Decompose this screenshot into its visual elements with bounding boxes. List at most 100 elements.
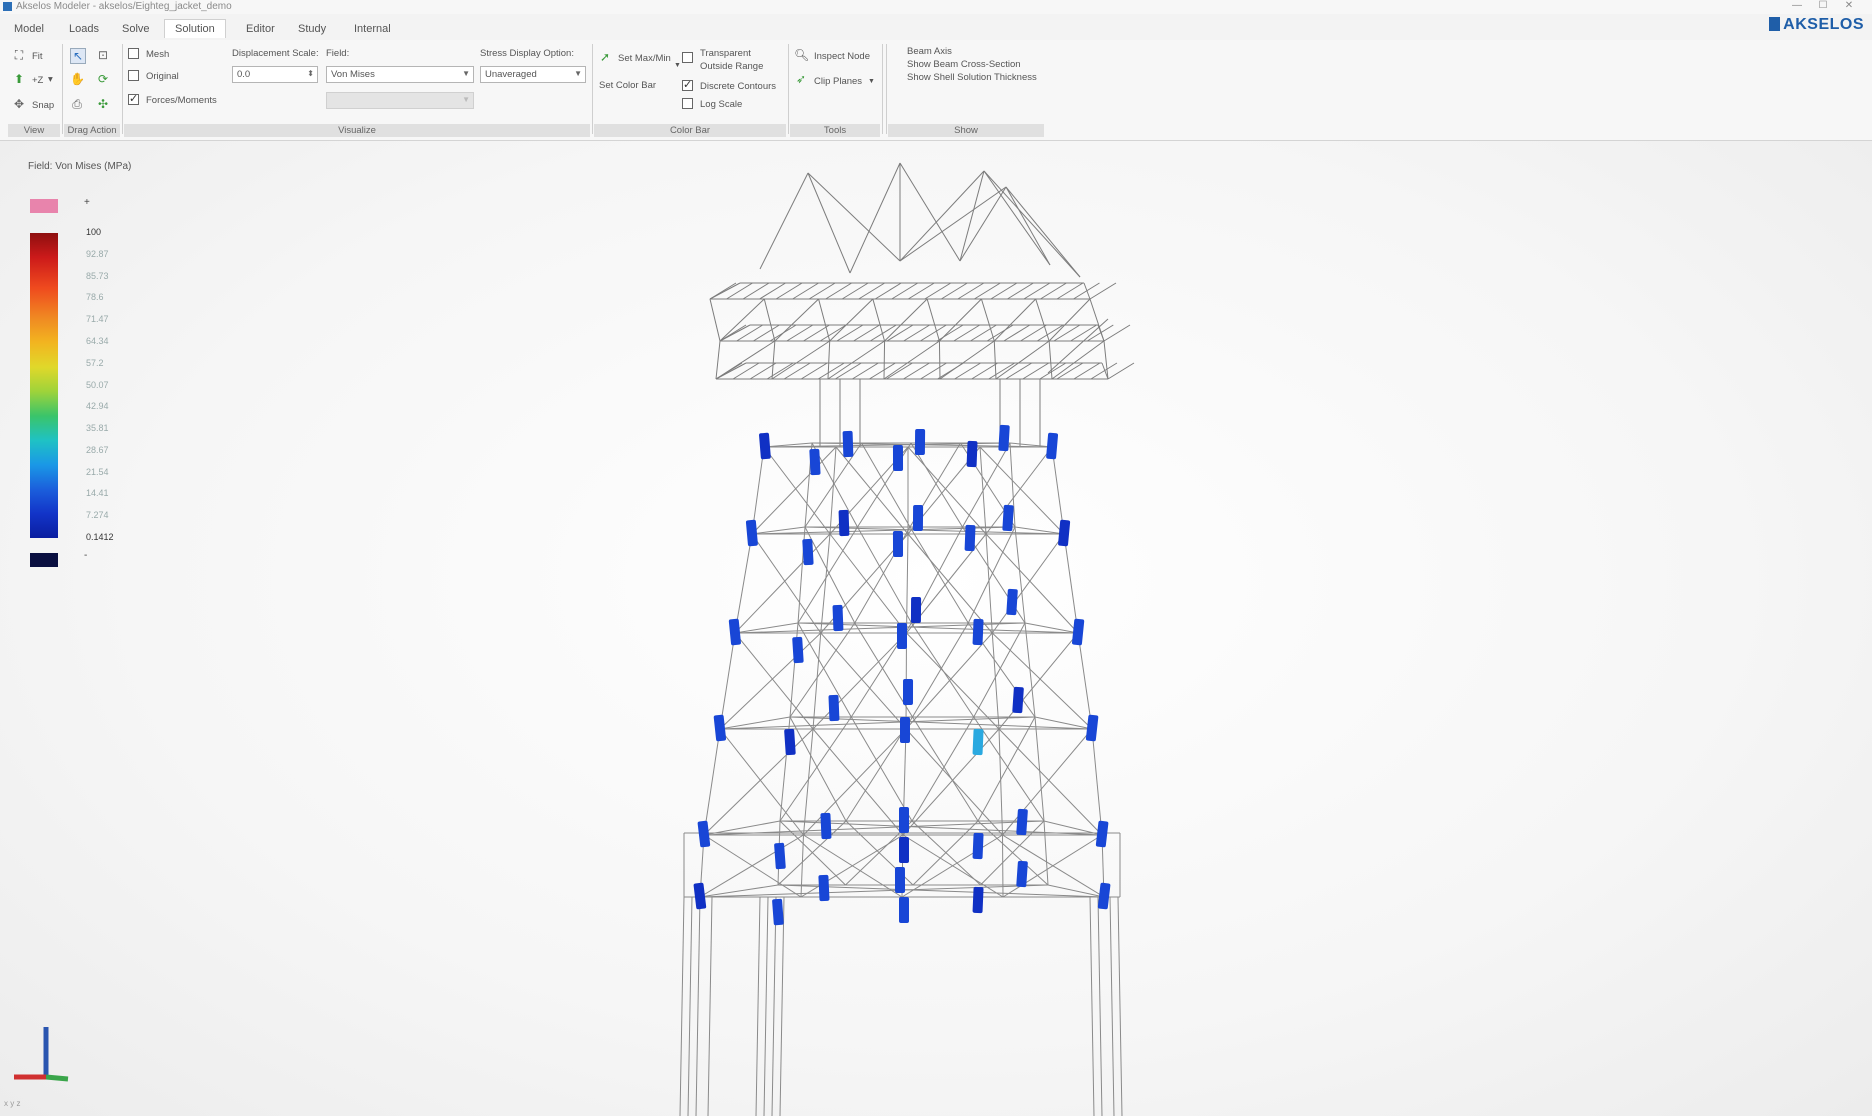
deck-grating [903,324,930,342]
tab-solve[interactable]: Solve [116,21,156,37]
set-max-min-dropdown[interactable]: ▼ [674,62,681,69]
inspect-node-button[interactable]: Inspect Node [814,51,870,62]
joint-stress-marker[interactable] [1072,618,1085,646]
deck-grating [858,282,885,300]
joint-stress-marker[interactable] [759,432,771,460]
joint-stress-marker[interactable] [772,898,784,926]
clip-planes-button[interactable]: Clip Planes [814,76,862,87]
original-checkbox[interactable] [128,70,139,81]
joint-stress-marker[interactable] [892,530,904,558]
tab-study[interactable]: Study [292,21,332,37]
joint-stress-marker[interactable] [1012,686,1024,714]
joint-stress-marker[interactable] [910,596,922,624]
sub-field-select[interactable]: ▼ [326,92,474,109]
select-cursor-icon[interactable]: ↖ [70,48,86,64]
joint-stress-marker[interactable] [972,832,984,860]
rotate-icon[interactable]: ⟳ [96,72,110,86]
spinner-icon[interactable]: ⬍ [307,69,314,78]
joint-stress-marker[interactable] [713,714,727,742]
joint-stress-marker[interactable] [728,618,742,646]
joint-stress-marker[interactable] [1006,588,1018,616]
joint-stress-marker[interactable] [998,424,1010,452]
z-view-dropdown[interactable]: ▾ [48,74,53,85]
minimize-button[interactable]: — [1784,0,1810,11]
joint-stress-marker[interactable] [809,448,821,476]
shell-thickness-toggle[interactable]: Show Shell Solution Thickness [907,72,1037,83]
joint-stress-marker[interactable] [792,636,804,664]
joint-stress-marker[interactable] [899,897,909,923]
joint-stress-marker[interactable] [774,842,786,870]
topside-brace [939,340,995,380]
set-max-min-button[interactable]: Set Max/Min [618,53,671,64]
joint-stress-marker[interactable] [820,812,832,840]
joint-stress-marker[interactable] [899,837,909,863]
tab-solution[interactable]: Solution [164,19,226,38]
joint-stress-marker[interactable] [745,519,758,547]
log-scale-checkbox[interactable] [682,98,693,109]
clip-planes-dropdown[interactable]: ▼ [868,78,875,85]
pan-icon[interactable]: ✋ [70,72,85,86]
ribbon: ⛶ Fit ⬆ +Z ▾ ✥ Snap View ↖ ⊡ ✋ ⟳ ⎙ ✣ Dra… [0,40,1872,141]
tab-model[interactable]: Model [8,21,50,37]
stress-display-select[interactable]: Unaveraged ▼ [480,66,586,83]
close-button[interactable]: ✕ [1836,0,1862,11]
tab-internal[interactable]: Internal [348,21,397,37]
transparent-outside-range-checkbox[interactable] [682,52,693,63]
joint-stress-marker[interactable] [892,444,904,472]
joint-stress-marker[interactable] [838,509,850,537]
joint-stress-marker[interactable] [899,807,909,833]
snap-button[interactable]: Snap [32,100,54,111]
3d-viewport[interactable]: Field: Von Mises (MPa) + 100 92.87 85.73 78… [0,141,1872,1116]
mesh-checkbox[interactable] [128,48,139,59]
joint-stress-marker[interactable] [784,728,796,756]
derrick-member [959,186,1007,262]
beam-axis-toggle[interactable]: Beam Axis [907,46,952,57]
joint-stress-marker[interactable] [972,886,984,914]
joint-stress-marker[interactable] [972,728,984,756]
forces-moments-checkbox[interactable] [128,92,139,105]
discrete-contours-checkbox[interactable] [682,78,693,91]
x-brace [905,632,993,730]
beam-cross-section-toggle[interactable]: Show Beam Cross-Section [907,59,1021,70]
tab-loads[interactable]: Loads [63,21,105,37]
joint-stress-marker[interactable] [972,618,984,646]
field-select[interactable]: Von Mises ▼ [326,66,474,83]
deck-grating [819,324,847,342]
joint-stress-marker[interactable] [966,440,978,468]
joint-stress-marker[interactable] [912,504,924,532]
joint-stress-marker[interactable] [1002,504,1014,532]
joint-stress-marker[interactable] [902,678,914,706]
displacement-scale-input[interactable]: 0.0 ⬍ [232,66,318,83]
deck-grating [957,282,985,300]
maximize-button[interactable]: ☐ [1810,0,1836,11]
joint-stress-marker[interactable] [1058,519,1071,547]
set-color-bar-button[interactable]: Set Color Bar [599,80,656,91]
move-icon[interactable]: ✣ [96,97,110,111]
joint-stress-marker[interactable] [1095,820,1109,848]
joint-stress-marker[interactable] [899,716,911,744]
joint-stress-marker[interactable] [1046,432,1059,460]
joint-stress-marker[interactable] [842,430,854,458]
joint-stress-marker[interactable] [828,694,840,722]
joint-stress-marker[interactable] [818,874,830,902]
joint-stress-marker[interactable] [1097,882,1111,910]
joint-stress-marker[interactable] [964,524,976,552]
joint-stress-marker[interactable] [1085,714,1099,742]
joint-stress-marker[interactable] [697,820,711,848]
fit-button[interactable]: Fit [32,51,43,62]
logo-text: AKSELOS [1783,16,1864,33]
joint-stress-marker[interactable] [914,428,926,456]
joint-stress-marker[interactable] [832,604,844,632]
joint-stress-marker[interactable] [894,866,906,894]
joint-stress-marker[interactable] [1016,808,1028,836]
joint-stress-marker[interactable] [693,882,707,910]
joint-stress-marker[interactable] [1016,860,1028,888]
deck-grating [874,282,902,300]
print-icon[interactable]: ⎙ [70,97,84,111]
joint-stress-marker[interactable] [802,538,814,566]
joint-stress-marker[interactable] [896,622,908,650]
tab-editor[interactable]: Editor [240,21,281,37]
z-view-button[interactable]: +Z [32,75,43,86]
pile [707,896,713,1116]
zoom-box-icon[interactable]: ⊡ [96,48,110,62]
